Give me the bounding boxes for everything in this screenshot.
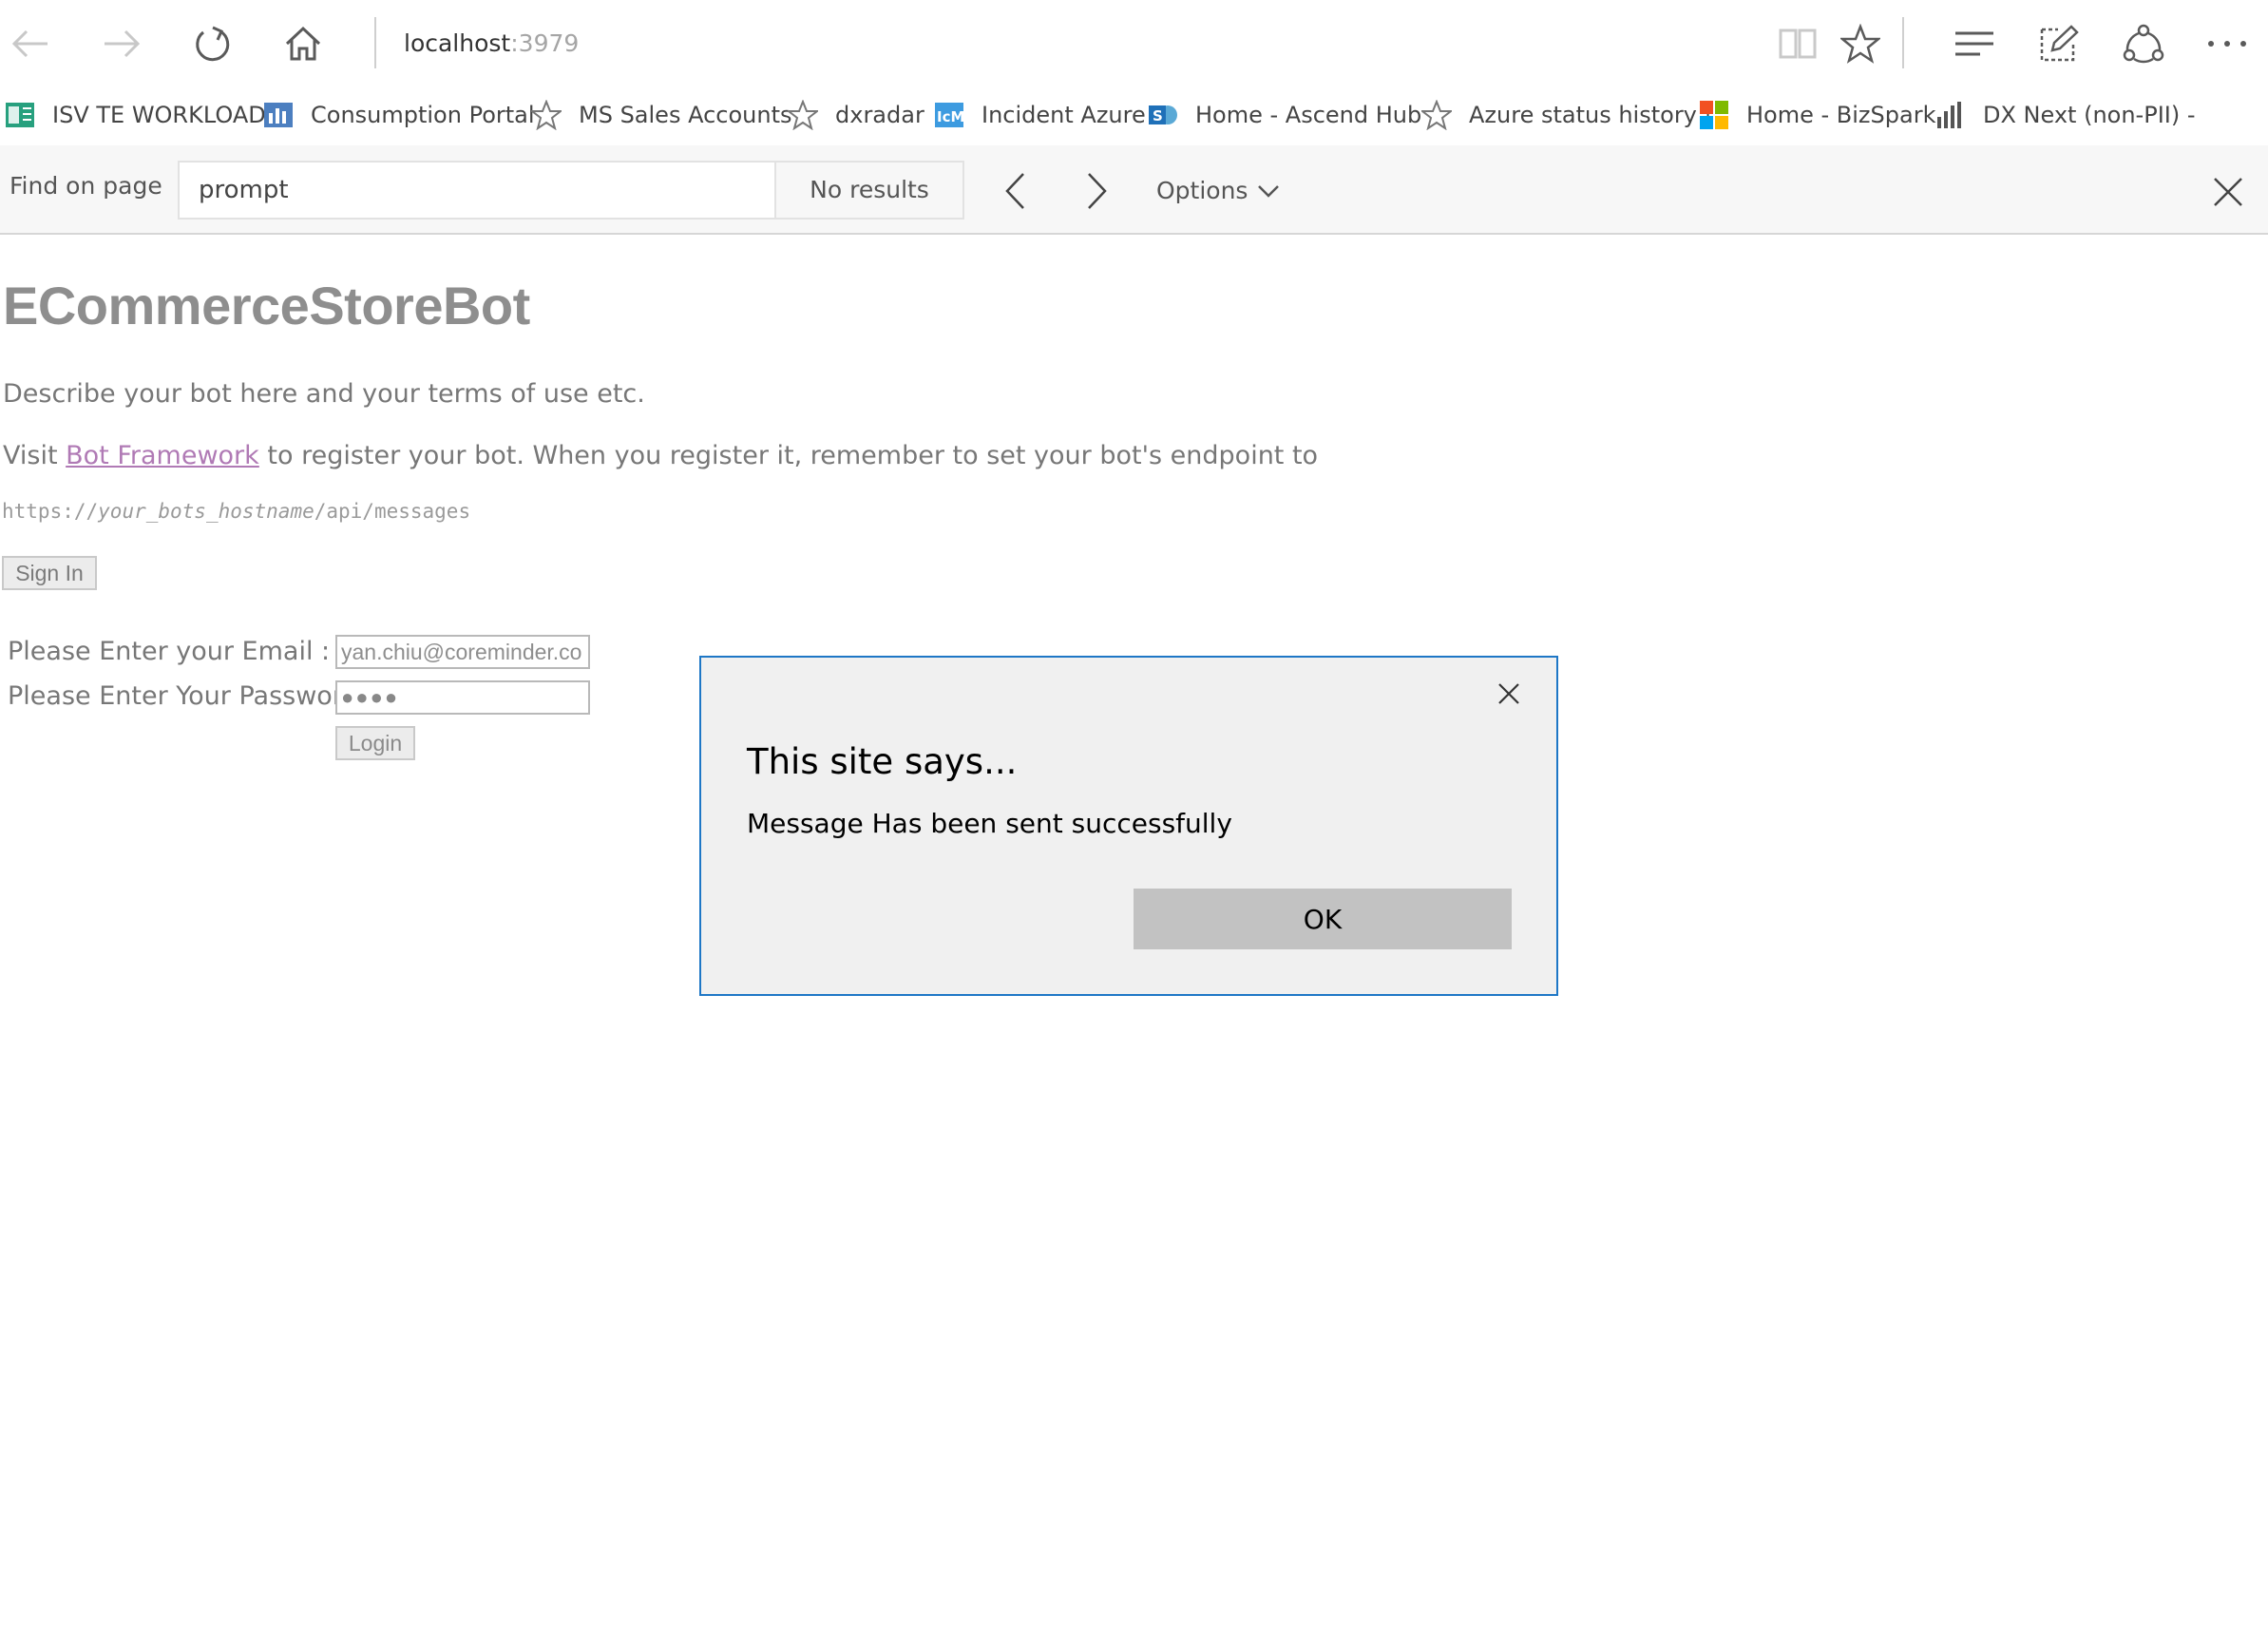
favorite-item[interactable]: MS Sales Accounts	[531, 96, 791, 134]
url-port: :3979	[510, 29, 580, 57]
reading-view-icon	[1779, 29, 1817, 59]
url-host: localhost	[404, 29, 511, 57]
alert-dialog: This site says... Message Has been sent …	[699, 656, 1558, 996]
endpoint-url: https://your_bots_hostname/api/messages	[2, 500, 470, 523]
find-label: Find on page	[10, 172, 162, 200]
share-icon	[2123, 24, 2164, 64]
refresh-button[interactable]	[183, 17, 240, 70]
visit-prefix: Visit	[3, 441, 67, 470]
favorite-item[interactable]: Consumption Portal	[263, 96, 535, 134]
favorite-item[interactable]: IcM Incident Azure	[934, 96, 1146, 134]
password-label: Please Enter Your Password	[8, 681, 359, 711]
register-instructions: Visit Bot Framework to register your bot…	[3, 441, 1318, 470]
refresh-icon	[196, 26, 230, 62]
more-icon	[2208, 41, 2246, 47]
favorite-label: ISV TE WORKLOAD	[52, 102, 266, 128]
hub-icon	[1955, 31, 1993, 56]
find-input[interactable]: prompt	[178, 161, 776, 220]
favorite-item[interactable]: ISV TE WORKLOAD	[5, 96, 266, 134]
share-button[interactable]	[2115, 17, 2172, 70]
find-bar: Find on page prompt No results Options	[0, 145, 2268, 235]
favorite-item[interactable]: dxradar	[788, 96, 924, 134]
login-button[interactable]: Login	[335, 726, 415, 760]
endpoint-host: your_bots_hostname	[98, 500, 314, 523]
favorite-label: Home - Ascend Hub	[1195, 102, 1422, 128]
find-previous-button[interactable]	[991, 170, 1039, 212]
page-title: ECommerceStoreBot	[3, 276, 530, 335]
back-icon	[11, 29, 48, 58]
add-favorite-button[interactable]	[1832, 17, 1889, 70]
endpoint-suffix: /api/messages	[314, 500, 471, 523]
forward-icon	[105, 29, 141, 58]
favorite-label: Home - BizSpark	[1746, 102, 1936, 128]
close-icon	[2214, 178, 2242, 206]
find-options-button[interactable]: Options	[1156, 170, 1280, 212]
find-next-button[interactable]	[1074, 170, 1121, 212]
find-status: No results	[776, 161, 964, 220]
favorite-label: DX Next (non-PII) -	[1983, 102, 2196, 128]
favorite-label: dxradar	[835, 102, 924, 128]
favorite-item[interactable]: S Home - Ascend Hub	[1148, 96, 1421, 134]
forward-button[interactable]	[93, 17, 150, 70]
home-icon	[285, 26, 321, 61]
favorite-label: MS Sales Accounts	[579, 102, 792, 128]
chevron-right-icon	[1088, 173, 1107, 209]
star-icon	[1421, 100, 1452, 130]
chevron-left-icon	[1005, 173, 1024, 209]
back-button[interactable]	[2, 17, 59, 70]
web-note-button[interactable]	[2030, 17, 2087, 70]
favorites-bar: ISV TE WORKLOAD Consumption Portal MS Sa…	[0, 86, 2268, 145]
favorite-item[interactable]: Home - BizSpark	[1699, 96, 1935, 134]
favorite-item[interactable]: DX Next (non-PII) -	[1935, 96, 2196, 134]
bot-framework-link[interactable]: Bot Framework	[66, 441, 259, 470]
svg-text:IcM: IcM	[937, 108, 964, 125]
sharepoint-icon: S	[1149, 105, 1177, 124]
toolbar-separator	[374, 17, 376, 68]
dialog-close-button[interactable]	[1490, 675, 1528, 713]
email-label: Please Enter your Email :	[8, 637, 331, 666]
icm-icon: IcM	[935, 103, 964, 127]
reading-view-button[interactable]	[1769, 17, 1826, 70]
favorite-label: Incident Azure	[982, 102, 1146, 128]
sign-in-button[interactable]: Sign In	[2, 556, 97, 590]
more-button[interactable]	[2199, 17, 2256, 70]
web-note-icon	[2040, 25, 2079, 62]
microsoft-logo-icon	[1700, 101, 1728, 129]
toolbar-separator	[1902, 17, 1904, 68]
visit-suffix: to register your bot. When you register …	[258, 441, 1319, 470]
endpoint-prefix: https://	[2, 500, 99, 523]
hub-button[interactable]	[1946, 17, 2003, 70]
ok-button[interactable]: OK	[1134, 889, 1512, 949]
powerbi-icon	[264, 103, 293, 127]
favorite-label: Azure status history |	[1469, 102, 1712, 128]
star-icon	[531, 100, 562, 130]
dialog-title: This site says...	[747, 741, 1018, 782]
svg-text:S: S	[1153, 107, 1163, 124]
password-field[interactable]: ●●●●	[335, 680, 590, 715]
favorite-item[interactable]: Azure status history |	[1421, 96, 1712, 134]
favorite-star-icon	[1840, 24, 1880, 64]
page-description: Describe your bot here and your terms of…	[3, 379, 645, 409]
star-icon	[788, 100, 818, 130]
home-button[interactable]	[275, 17, 332, 70]
spreadsheet-icon	[6, 103, 34, 127]
favorite-label: Consumption Portal	[311, 102, 535, 128]
chevron-down-icon	[1258, 185, 1280, 198]
email-field[interactable]: yan.chiu@coreminder.co	[335, 635, 590, 669]
browser-toolbar: localhost:3979	[0, 0, 2268, 86]
dialog-message: Message Has been sent successfully	[747, 808, 1232, 839]
find-options-label: Options	[1156, 177, 1248, 204]
find-close-button[interactable]	[2204, 168, 2252, 216]
bar-chart-icon	[1937, 102, 1961, 128]
address-bar[interactable]: localhost:3979	[404, 25, 579, 63]
close-icon	[1498, 683, 1519, 704]
